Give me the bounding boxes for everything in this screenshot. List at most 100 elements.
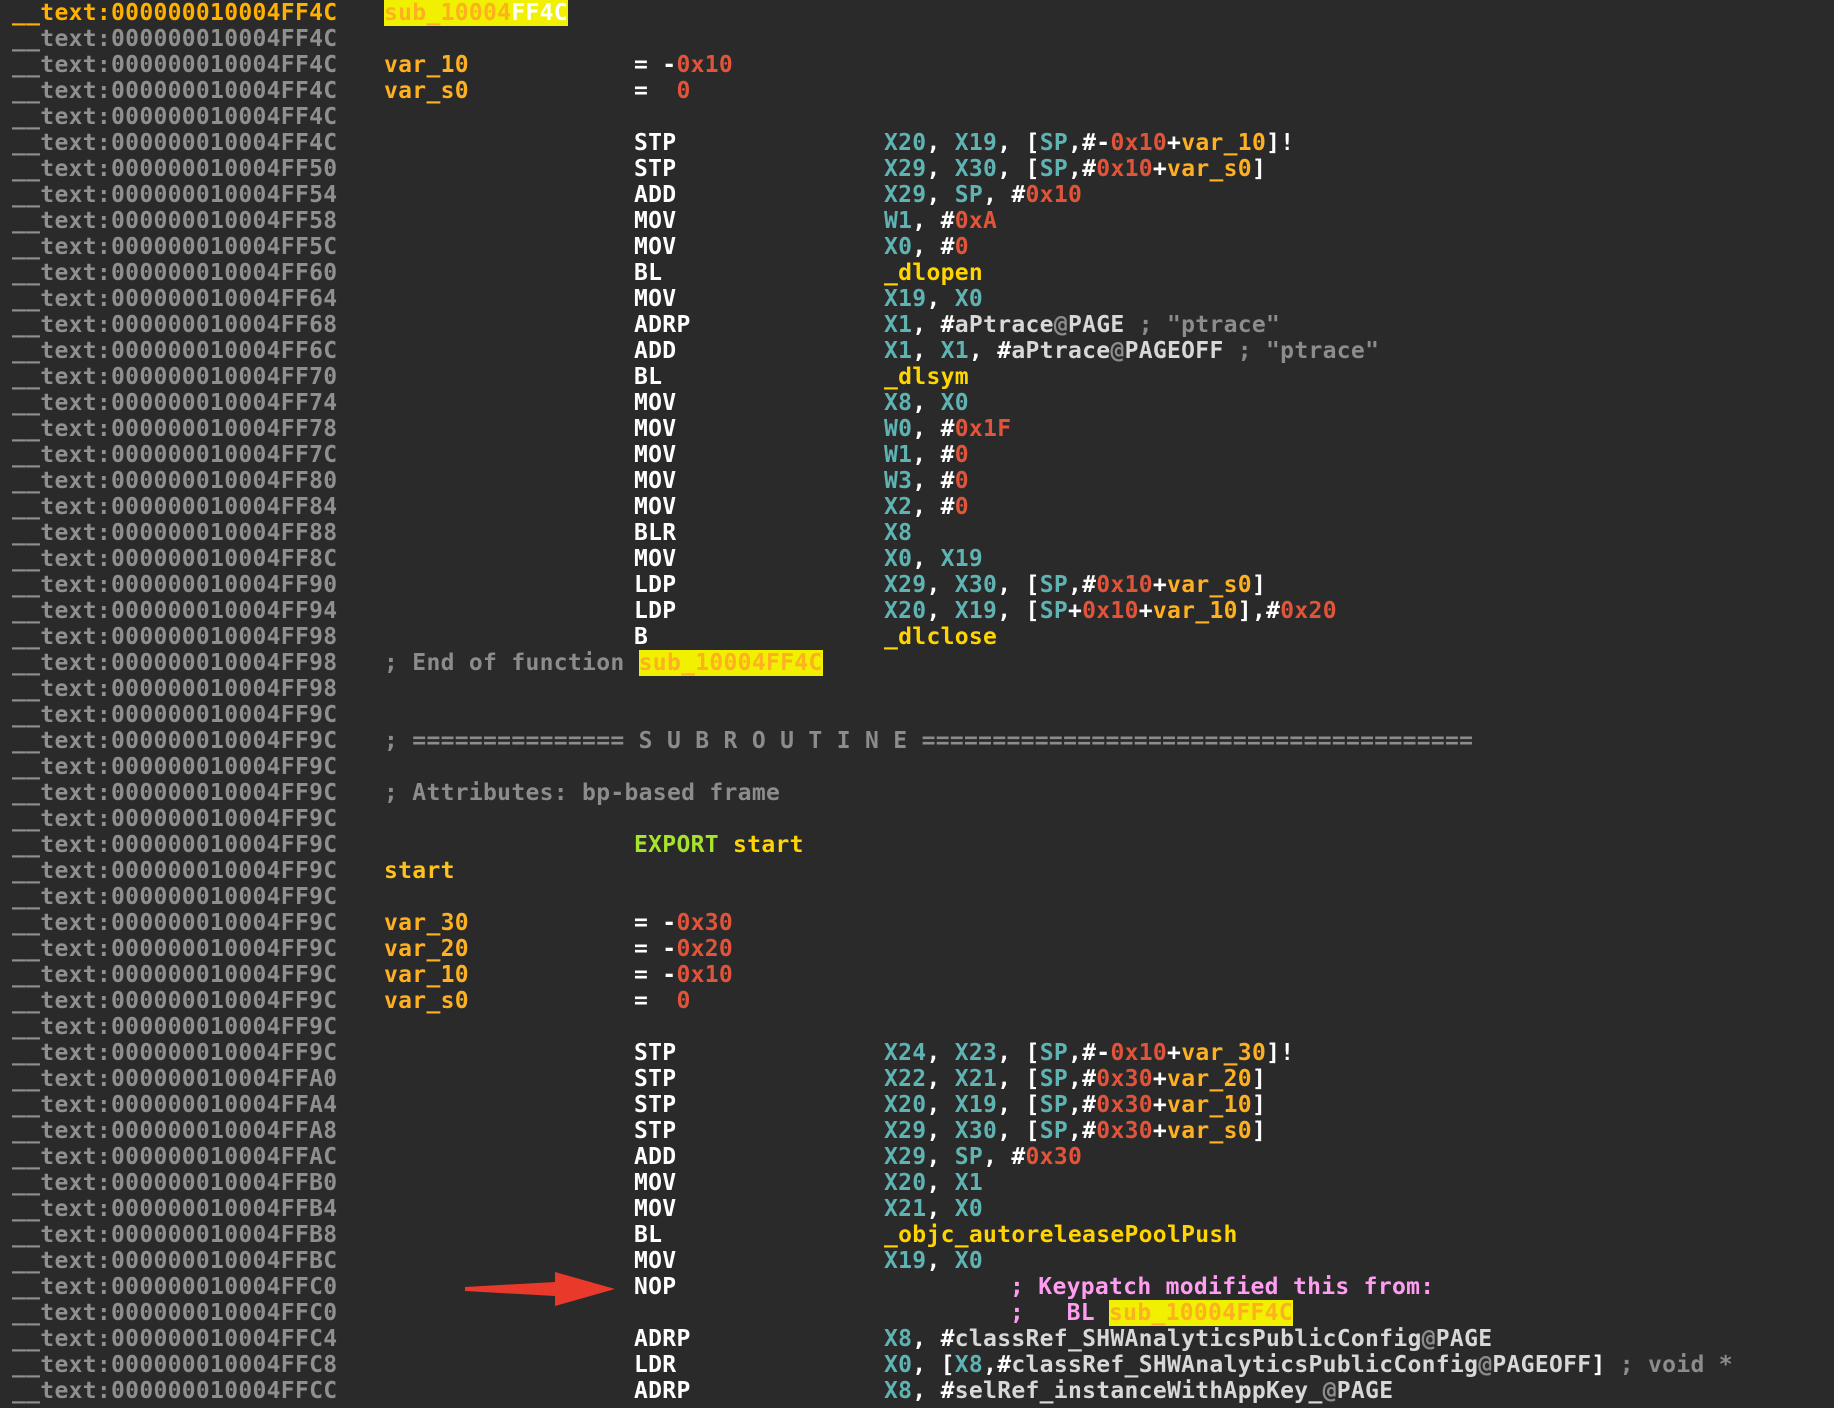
mnemonic[interactable]: STP bbox=[634, 130, 676, 156]
operands[interactable]: X29, X30, [SP,#0x30+var_s0] bbox=[884, 1118, 1266, 1144]
disasm-row[interactable]: __text:000000010004FFBC MOV X19, X0 bbox=[0, 1248, 1834, 1274]
disasm-row[interactable]: __text:000000010004FF9C bbox=[0, 1014, 1834, 1040]
disasm-row[interactable]: __text:000000010004FFC0 NOP ; Keypatch mod… bbox=[0, 1274, 1834, 1300]
mnemonic[interactable]: LDP bbox=[634, 598, 676, 624]
mnemonic[interactable]: STP bbox=[634, 1066, 676, 1092]
operands[interactable]: W3, #0 bbox=[884, 468, 969, 494]
mnemonic[interactable]: MOV bbox=[634, 208, 676, 234]
disasm-row[interactable]: __text:000000010004FF68 ADRP X1, #aPtrace@… bbox=[0, 312, 1834, 338]
disasm-row[interactable]: __text:000000010004FF84 MOV X2, #0 bbox=[0, 494, 1834, 520]
operands[interactable]: X8, X0 bbox=[884, 390, 969, 416]
disasm-row[interactable]: __text:000000010004FF9C ; ===============… bbox=[0, 728, 1834, 754]
disasm-row[interactable]: __text:000000010004FF98 B _dlclose bbox=[0, 624, 1834, 650]
mnemonic[interactable]: B bbox=[634, 624, 648, 650]
mnemonic[interactable]: STP bbox=[634, 156, 676, 182]
disasm-row[interactable]: __text:000000010004FF9C start bbox=[0, 858, 1834, 884]
disasm-row[interactable]: __text:000000010004FF98 bbox=[0, 676, 1834, 702]
disasm-row[interactable]: __text:000000010004FF9C var_20 = -0x20 bbox=[0, 936, 1834, 962]
stack-variable[interactable]: var_30 bbox=[384, 910, 469, 936]
mnemonic[interactable]: LDR bbox=[634, 1352, 676, 1378]
operands[interactable]: X19, X0 bbox=[884, 1248, 983, 1274]
disasm-row[interactable]: __text:000000010004FF8C MOV X0, X19 bbox=[0, 546, 1834, 572]
operands[interactable]: X20, X19, [SP,#0x30+var_10] bbox=[884, 1092, 1266, 1118]
disasm-row[interactable]: __text:000000010004FF9C bbox=[0, 884, 1834, 910]
disassembly-view[interactable]: __text:000000010004FF4C sub_10004FF4C __te… bbox=[0, 0, 1834, 1408]
operands[interactable]: X29, X30, [SP,#0x10+var_s0] bbox=[884, 572, 1266, 598]
mnemonic[interactable]: MOV bbox=[634, 468, 676, 494]
operands[interactable]: W1, #0 bbox=[884, 442, 969, 468]
disasm-row[interactable]: __text:000000010004FF60 BL _dlopen bbox=[0, 260, 1834, 286]
operands[interactable]: X0, #0 bbox=[884, 234, 969, 260]
mnemonic[interactable]: ADRP bbox=[634, 1378, 691, 1404]
disasm-row[interactable]: __text:000000010004FF9C bbox=[0, 806, 1834, 832]
disasm-row[interactable]: __text:000000010004FF7C MOV W1, #0 bbox=[0, 442, 1834, 468]
mnemonic[interactable]: MOV bbox=[634, 390, 676, 416]
function-label[interactable]: sub_10004FF4C bbox=[384, 0, 568, 26]
operands[interactable]: X8 bbox=[884, 520, 912, 546]
mnemonic[interactable]: ADD bbox=[634, 182, 676, 208]
mnemonic[interactable]: MOV bbox=[634, 546, 676, 572]
operands[interactable]: X19, X0 bbox=[884, 286, 983, 312]
disasm-row[interactable]: __text:000000010004FFB8 BL _objc_autorelea… bbox=[0, 1222, 1834, 1248]
disasm-row[interactable]: __text:000000010004FF9C var_30 = -0x30 bbox=[0, 910, 1834, 936]
operands[interactable]: X20, X1 bbox=[884, 1170, 983, 1196]
operands[interactable]: W1, #0xA bbox=[884, 208, 997, 234]
mnemonic[interactable]: ADRP bbox=[634, 312, 691, 338]
disasm-row[interactable]: __text:000000010004FFC0 ; BL sub_10004FF4… bbox=[0, 1300, 1834, 1326]
operands[interactable]: X20, X19, [SP+0x10+var_10],#0x20 bbox=[884, 598, 1337, 624]
operands[interactable]: W0, #0x1F bbox=[884, 416, 1011, 442]
stack-variable[interactable]: var_s0 bbox=[384, 988, 469, 1014]
mnemonic[interactable]: STP bbox=[634, 1092, 676, 1118]
mnemonic[interactable]: STP bbox=[634, 1118, 676, 1144]
operands[interactable]: X1, #aPtrace@PAGE ; "ptrace" bbox=[884, 312, 1280, 338]
operands[interactable]: X0, [X8,#classRef_SHWAnalyticsPublicConf… bbox=[884, 1352, 1733, 1378]
operands[interactable]: _dlopen bbox=[884, 260, 983, 286]
disasm-row[interactable]: __text:000000010004FF50 STP X29, X30, [SP,… bbox=[0, 156, 1834, 182]
function-label[interactable]: start bbox=[384, 858, 455, 884]
operands[interactable]: _dlsym bbox=[884, 364, 969, 390]
mnemonic[interactable]: MOV bbox=[634, 416, 676, 442]
operands[interactable]: _dlclose bbox=[884, 624, 997, 650]
operands[interactable]: X1, X1, #aPtrace@PAGEOFF ; "ptrace" bbox=[884, 338, 1379, 364]
operands[interactable]: X29, SP, #0x10 bbox=[884, 182, 1082, 208]
operands[interactable]: X20, X19, [SP,#-0x10+var_10]! bbox=[884, 130, 1294, 156]
mnemonic[interactable]: BL bbox=[634, 260, 662, 286]
mnemonic[interactable]: MOV bbox=[634, 1170, 676, 1196]
disasm-row[interactable]: __text:000000010004FF98 ; End of function… bbox=[0, 650, 1834, 676]
stack-variable[interactable]: var_10 bbox=[384, 52, 469, 78]
mnemonic[interactable]: MOV bbox=[634, 442, 676, 468]
disasm-row[interactable]: __text:000000010004FF74 MOV X8, X0 bbox=[0, 390, 1834, 416]
operands[interactable]: X0, X19 bbox=[884, 546, 983, 572]
mnemonic[interactable]: MOV bbox=[634, 494, 676, 520]
disasm-row[interactable]: __text:000000010004FF9C STP X24, X23, [SP,… bbox=[0, 1040, 1834, 1066]
stack-variable[interactable]: var_10 bbox=[384, 962, 469, 988]
operands[interactable]: X29, X30, [SP,#0x10+var_s0] bbox=[884, 156, 1266, 182]
mnemonic[interactable]: ADRP bbox=[634, 1326, 691, 1352]
disasm-row[interactable]: __text:000000010004FF94 LDP X20, X19, [SP+… bbox=[0, 598, 1834, 624]
disasm-row[interactable]: __text:000000010004FF9C ; Attributes: bp-… bbox=[0, 780, 1834, 806]
operands[interactable]: _objc_autoreleasePoolPush bbox=[884, 1222, 1238, 1248]
disasm-row[interactable]: __text:000000010004FF58 MOV W1, #0xA bbox=[0, 208, 1834, 234]
disasm-row[interactable]: __text:000000010004FFC8 LDR X0, [X8,#class… bbox=[0, 1352, 1834, 1378]
disasm-row[interactable]: __text:000000010004FFAC ADD X29, SP, #0x30 bbox=[0, 1144, 1834, 1170]
operands[interactable]: X22, X21, [SP,#0x30+var_20] bbox=[884, 1066, 1266, 1092]
disasm-row[interactable]: __text:000000010004FF4C bbox=[0, 26, 1834, 52]
operands[interactable]: X8, #selRef_instanceWithAppKey_@PAGE bbox=[884, 1378, 1393, 1404]
disasm-row[interactable]: __text:000000010004FFA4 STP X20, X19, [SP,… bbox=[0, 1092, 1834, 1118]
disasm-row[interactable]: __text:000000010004FF70 BL _dlsym bbox=[0, 364, 1834, 390]
mnemonic[interactable]: ADD bbox=[634, 1144, 676, 1170]
disasm-row[interactable]: __text:000000010004FFA0 STP X22, X21, [SP,… bbox=[0, 1066, 1834, 1092]
disasm-row[interactable]: __text:000000010004FFB0 MOV X20, X1 bbox=[0, 1170, 1834, 1196]
disasm-row[interactable]: __text:000000010004FF9C EXPORT start bbox=[0, 832, 1834, 858]
disasm-row[interactable]: __text:000000010004FF4C bbox=[0, 104, 1834, 130]
mnemonic[interactable]: MOV bbox=[634, 1196, 676, 1222]
disasm-row[interactable]: __text:000000010004FF6C ADD X1, X1, #aPtra… bbox=[0, 338, 1834, 364]
disasm-row[interactable]: __text:000000010004FFA8 STP X29, X30, [SP,… bbox=[0, 1118, 1834, 1144]
disasm-row[interactable]: __text:000000010004FF80 MOV W3, #0 bbox=[0, 468, 1834, 494]
operands[interactable]: X8, #classRef_SHWAnalyticsPublicConfig@P… bbox=[884, 1326, 1492, 1352]
disasm-row[interactable]: __text:000000010004FFC4 ADRP X8, #classRef… bbox=[0, 1326, 1834, 1352]
operands[interactable]: X24, X23, [SP,#-0x10+var_30]! bbox=[884, 1040, 1294, 1066]
stack-variable[interactable]: var_20 bbox=[384, 936, 469, 962]
mnemonic[interactable]: ADD bbox=[634, 338, 676, 364]
disasm-row[interactable]: __text:000000010004FF54 ADD X29, SP, #0x10 bbox=[0, 182, 1834, 208]
